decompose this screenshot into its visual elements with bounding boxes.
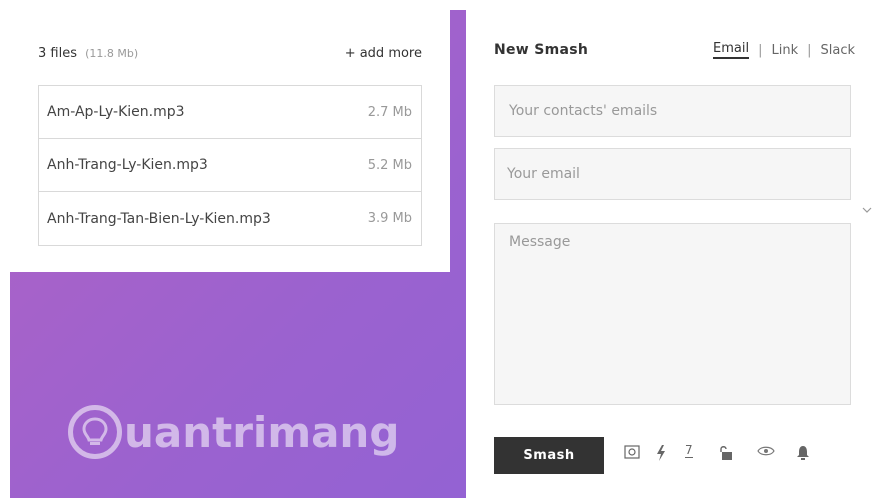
file-name: Anh-Trang-Tan-Bien-Ly-Kien.mp3 <box>47 210 271 227</box>
file-row[interactable]: Anh-Trang-Ly-Kien.mp3 5.2 Mb <box>39 139 421 192</box>
file-size: 2.7 Mb <box>367 104 412 120</box>
file-size: 5.2 Mb <box>367 157 412 173</box>
tab-separator: | <box>758 42 763 58</box>
days-selector[interactable]: 7 <box>685 443 693 458</box>
message-textarea[interactable]: Message <box>494 223 851 405</box>
contacts-email-input[interactable]: Your contacts' emails <box>494 85 851 137</box>
bell-icon[interactable] <box>796 445 810 461</box>
watermark: uantrimang <box>68 405 399 459</box>
tab-separator: | <box>807 42 812 58</box>
watermark-logo <box>68 405 122 459</box>
file-name: Am-Ap-Ly-Kien.mp3 <box>47 104 185 120</box>
files-count: 3 files <box>38 46 77 61</box>
eye-icon[interactable] <box>757 445 775 457</box>
file-name: Anh-Trang-Ly-Kien.mp3 <box>47 157 208 173</box>
smash-button[interactable]: Smash <box>494 437 604 474</box>
sender-email-placeholder: Your email <box>507 166 580 182</box>
chevron-down-icon[interactable] <box>862 205 872 215</box>
tab-slack[interactable]: Slack <box>820 43 855 58</box>
contacts-email-placeholder: Your contacts' emails <box>509 103 658 119</box>
left-strip <box>0 0 10 498</box>
watermark-text: uantrimang <box>124 407 400 457</box>
unlock-icon[interactable] <box>718 445 734 461</box>
file-row[interactable]: Am-Ap-Ly-Kien.mp3 2.7 Mb <box>39 86 421 139</box>
smash-panel: New Smash Email | Link | Slack Your cont… <box>466 0 881 498</box>
file-list: Am-Ap-Ly-Kien.mp3 2.7 Mb Anh-Trang-Ly-Ki… <box>38 85 422 246</box>
files-summary: 3 files (11.8 Mb) <box>38 42 138 61</box>
image-icon[interactable] <box>624 445 640 459</box>
files-panel: 3 files (11.8 Mb) + add more Am-Ap-Ly-Ki… <box>10 10 450 272</box>
days-value: 7 <box>685 443 693 458</box>
file-size: 3.9 Mb <box>367 211 412 226</box>
panel-title: New Smash <box>494 42 589 58</box>
message-placeholder: Message <box>509 234 571 250</box>
files-total-size: (11.8 Mb) <box>85 47 139 60</box>
tab-email[interactable]: Email <box>713 41 750 59</box>
file-row[interactable]: Anh-Trang-Tan-Bien-Ly-Kien.mp3 3.9 Mb <box>39 192 421 245</box>
files-header: 3 files (11.8 Mb) + add more <box>38 42 422 61</box>
add-more-link[interactable]: + add more <box>345 46 422 61</box>
tab-link[interactable]: Link <box>771 43 798 58</box>
mode-tabs: Email | Link | Slack <box>713 41 855 59</box>
sender-email-input[interactable]: Your email <box>494 148 851 200</box>
lightbulb-icon <box>82 417 108 445</box>
lightning-icon[interactable] <box>656 445 666 461</box>
